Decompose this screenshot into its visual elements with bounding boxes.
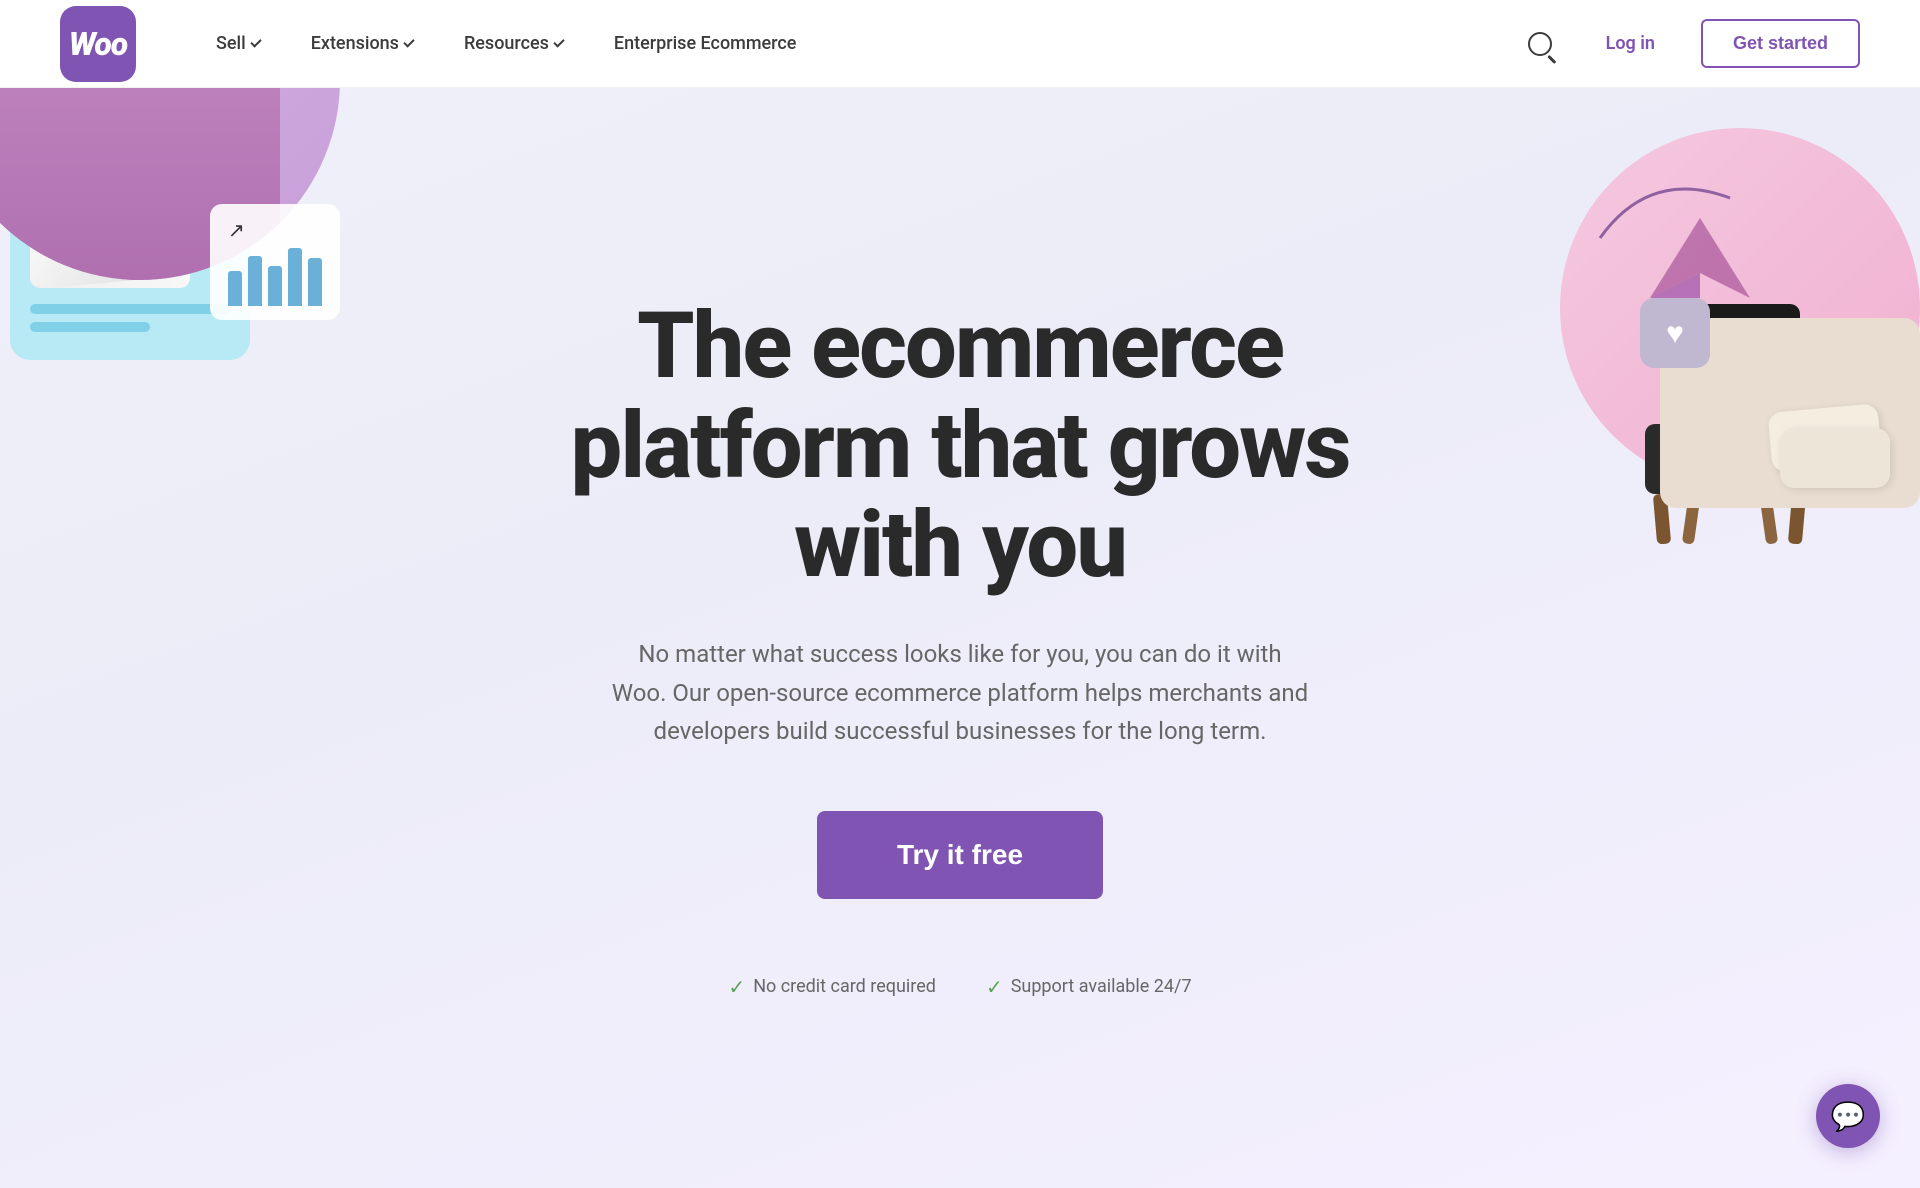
- logo-text: Woo: [69, 25, 127, 63]
- login-button[interactable]: Log in: [1590, 23, 1671, 64]
- product-lines: [30, 304, 230, 332]
- get-started-button[interactable]: Get started: [1701, 19, 1860, 68]
- chat-button[interactable]: 💬: [1816, 1084, 1880, 1148]
- deco-left: + ↗: [0, 168, 320, 340]
- hero-content: The ecommerce platform that grows with y…: [530, 297, 1390, 998]
- nav-item-resources[interactable]: Resources: [444, 23, 584, 64]
- chevron-down-icon: [553, 36, 564, 47]
- product-line-short: [30, 322, 150, 332]
- search-button[interactable]: [1520, 24, 1560, 64]
- bar-4: [288, 248, 302, 306]
- bar-3: [268, 266, 282, 306]
- chevron-down-icon: [403, 36, 414, 47]
- hero-title: The ecommerce platform that grows with y…: [530, 297, 1390, 595]
- trend-arrow-icon: ↗: [228, 218, 322, 242]
- trust-badges: ✓ No credit card required ✓ Support avai…: [530, 975, 1390, 999]
- deco-right: ♥: [1540, 128, 1920, 508]
- hero-subtitle: No matter what success looks like for yo…: [610, 635, 1310, 750]
- check-icon: ✓: [728, 975, 745, 999]
- chat-icon: 💬: [1831, 1100, 1866, 1133]
- header: Woo Sell Extensions Resources Enterprise…: [0, 0, 1920, 88]
- heart-badge: ♥: [1640, 298, 1710, 368]
- product-line-full: [30, 304, 230, 314]
- nav-item-sell[interactable]: Sell: [196, 23, 281, 64]
- soap-product-card: ♥: [1660, 318, 1920, 508]
- support-badge: ✓ Support available 24/7: [986, 975, 1192, 999]
- chart-card: ↗: [210, 204, 340, 320]
- search-icon: [1528, 32, 1552, 56]
- nav-item-extensions[interactable]: Extensions: [291, 23, 434, 64]
- bar-2: [248, 256, 262, 306]
- header-actions: Log in Get started: [1520, 19, 1860, 68]
- logo[interactable]: Woo: [60, 6, 136, 82]
- chart-bars: [228, 246, 322, 306]
- bar-1: [228, 271, 242, 306]
- hero-section: + ↗: [0, 88, 1920, 1188]
- try-it-free-button[interactable]: Try it free: [817, 811, 1103, 899]
- chevron-down-icon: [250, 36, 261, 47]
- soap-shapes: [1770, 408, 1900, 488]
- no-credit-card-badge: ✓ No credit card required: [728, 975, 936, 999]
- main-nav: Sell Extensions Resources Enterprise Eco…: [196, 23, 1520, 64]
- bar-5: [308, 258, 322, 306]
- check-icon: ✓: [986, 975, 1003, 999]
- nav-item-enterprise[interactable]: Enterprise Ecommerce: [594, 23, 816, 64]
- logo-box: Woo: [60, 6, 136, 82]
